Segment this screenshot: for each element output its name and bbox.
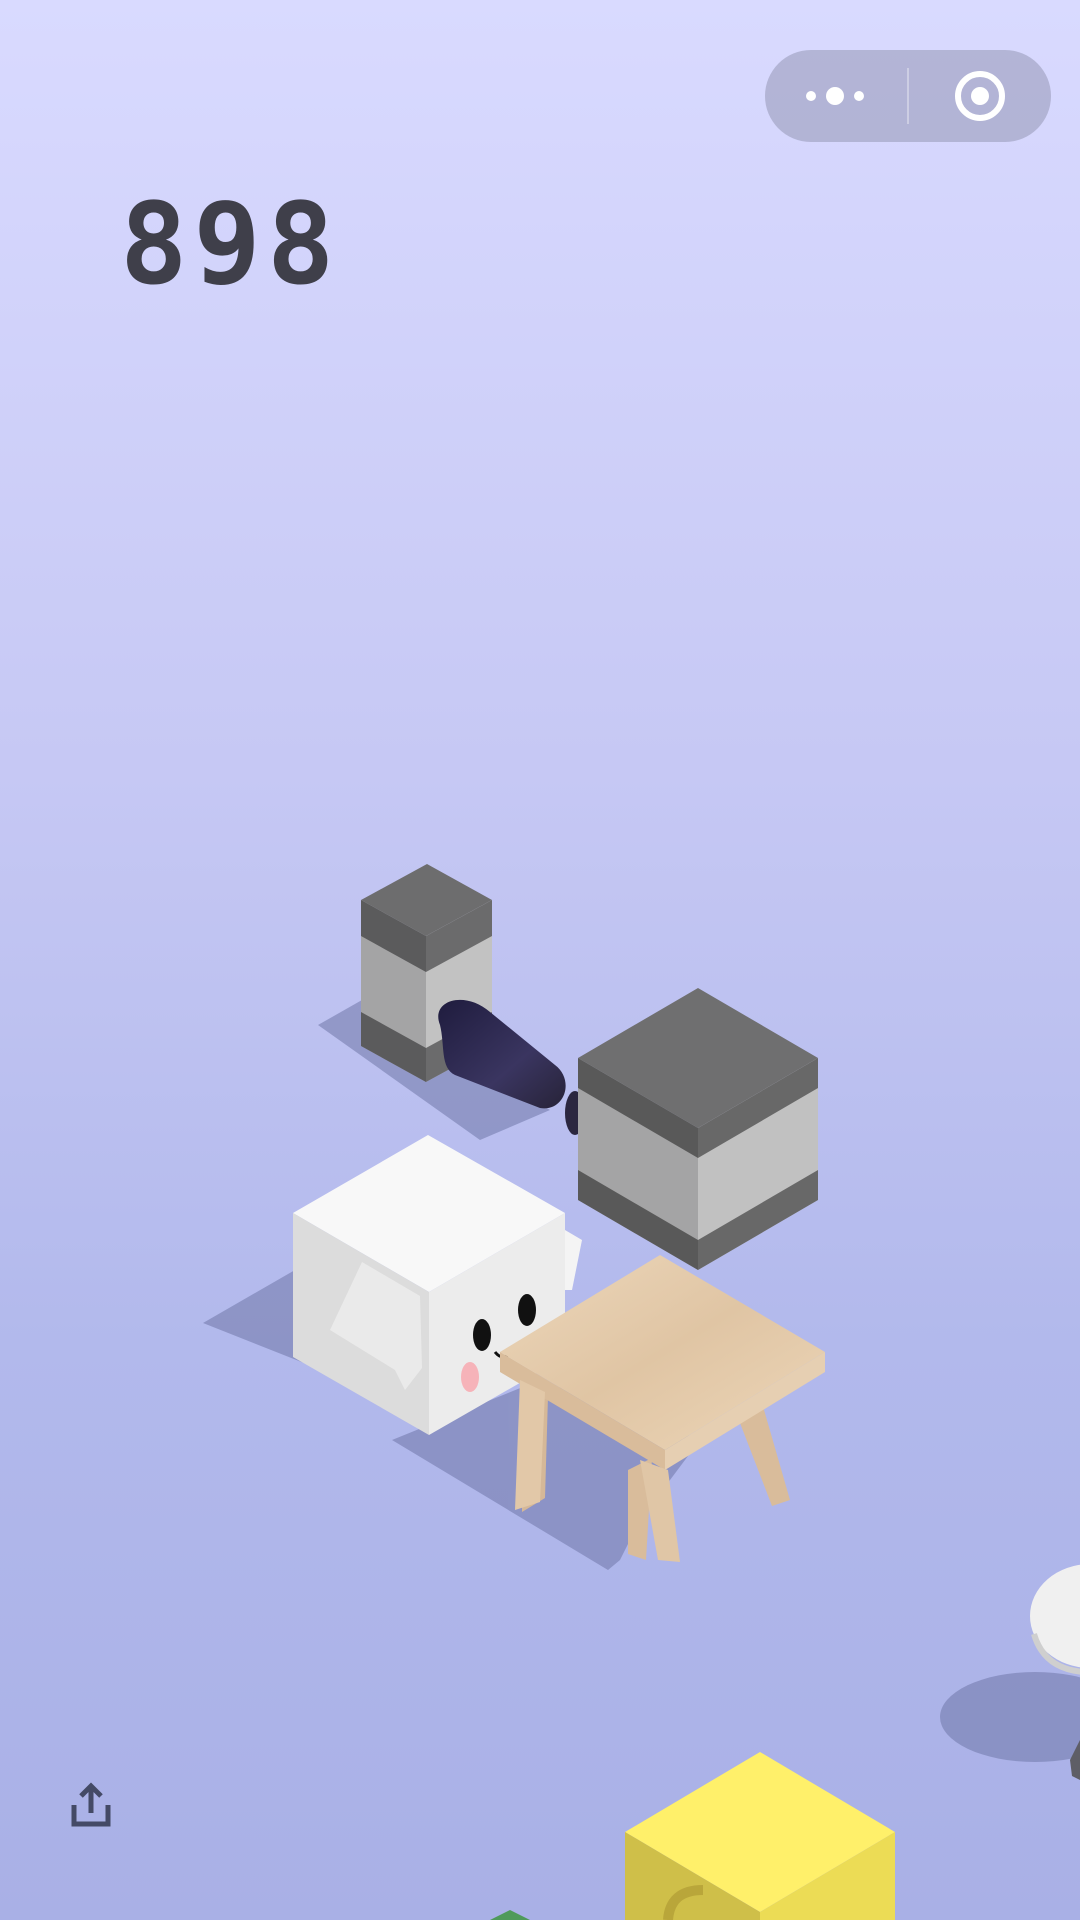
score-counter: 898 <box>120 180 341 310</box>
left-eye <box>473 1319 491 1351</box>
yellow-block-target <box>625 1752 895 1920</box>
green-block-partial <box>490 1910 530 1920</box>
gray-block-large <box>578 988 818 1270</box>
right-eye <box>518 1294 536 1326</box>
more-dots-icon <box>806 87 864 105</box>
more-button[interactable] <box>765 50 907 142</box>
share-upload-icon <box>71 1782 111 1827</box>
menu-capsule <box>765 50 1051 142</box>
close-button[interactable] <box>909 50 1051 142</box>
target-close-icon <box>955 71 1005 121</box>
share-button[interactable] <box>66 1780 116 1830</box>
